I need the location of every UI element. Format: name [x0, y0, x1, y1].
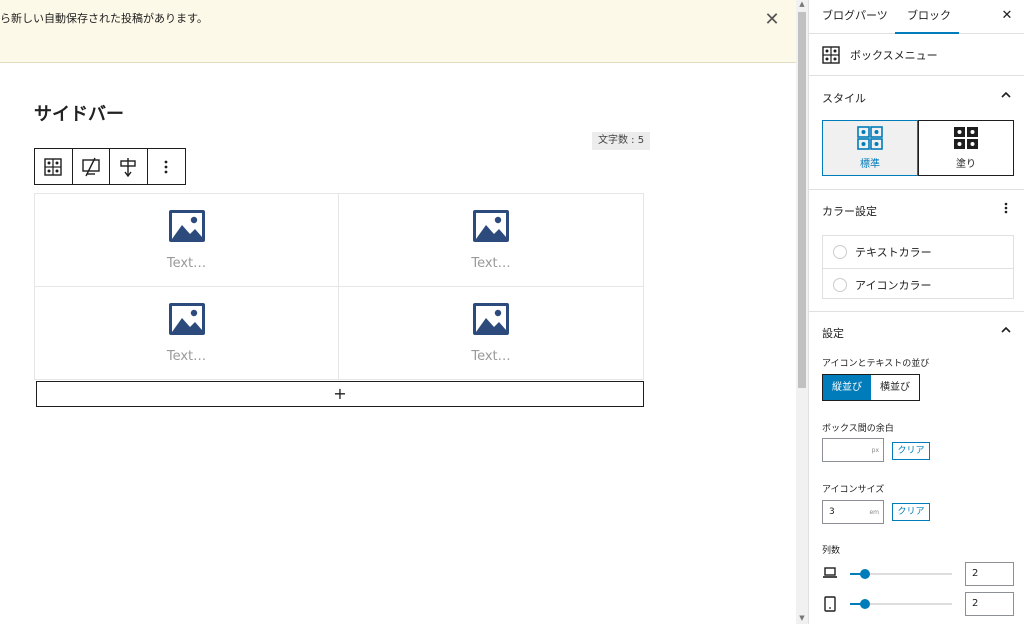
more-vertical-icon[interactable]: [148, 149, 186, 184]
tablet-icon: [824, 596, 836, 612]
panel-title: スタイル: [822, 92, 866, 105]
align-icon[interactable]: [110, 149, 148, 184]
add-item-button[interactable]: +: [36, 381, 644, 407]
settings-panel-header[interactable]: 設定: [809, 311, 1024, 351]
scroll-thumb[interactable]: [798, 12, 806, 388]
color-swatch: [833, 245, 847, 259]
gap-label: ボックス間の余白: [822, 424, 894, 434]
close-icon[interactable]: ✕: [762, 10, 782, 30]
text-color-row[interactable]: テキストカラー: [823, 236, 1013, 268]
color-row-label: アイコンカラー: [855, 278, 932, 292]
layout-horizontal-button[interactable]: 横並び: [871, 375, 919, 400]
box-menu-item[interactable]: Text…: [339, 287, 643, 380]
item-text[interactable]: Text…: [167, 349, 206, 364]
chevron-up-icon[interactable]: [999, 323, 1013, 337]
close-icon[interactable]: ✕: [999, 8, 1015, 24]
block-title: ボックスメニュー: [850, 49, 938, 62]
icon-size-unit: em: [869, 509, 879, 516]
color-swatch: [833, 277, 847, 292]
panel-title: カラー設定: [822, 205, 877, 218]
color-settings-list: テキストカラー アイコンカラー: [822, 235, 1014, 299]
columns-tablet-row: 2: [822, 592, 1014, 616]
image-icon: [168, 302, 205, 335]
icon-size-clear-button[interactable]: クリア: [892, 503, 930, 521]
tab-blog-parts[interactable]: ブログパーツ: [822, 0, 888, 34]
item-text[interactable]: Text…: [167, 256, 206, 271]
box-menu-item[interactable]: Text…: [35, 286, 339, 379]
editor-canvas: ら新しい自動保存された投稿があります。 ✕ サイドバー 文字数 : 5 Text…: [0, 0, 796, 624]
item-text[interactable]: Text…: [471, 349, 510, 364]
layout-vertical-button[interactable]: 縦並び: [823, 375, 871, 400]
block-toolbar: [34, 148, 186, 185]
columns-laptop-input[interactable]: 2: [965, 562, 1014, 586]
box-menu-item[interactable]: Text…: [35, 194, 339, 287]
columns-tablet-input[interactable]: 2: [965, 592, 1014, 616]
transform-icon[interactable]: [73, 149, 110, 184]
sidebar-tabs: ブログパーツ ブロック ✕: [809, 0, 1024, 34]
image-icon: [473, 302, 509, 335]
settings-sidebar: ブログパーツ ブロック ✕ ボックスメニュー スタイル 標準 塗り カラー設定 …: [808, 0, 1024, 624]
box-menu-icon: [822, 46, 840, 68]
box-menu-icon[interactable]: [35, 149, 73, 184]
app-root: ら新しい自動保存された投稿があります。 ✕ サイドバー 文字数 : 5 Text…: [0, 0, 1024, 624]
range-thumb[interactable]: [860, 599, 871, 609]
notice-text: ら新しい自動保存された投稿があります。: [0, 12, 208, 25]
style-option-filled[interactable]: 塗り: [918, 120, 1014, 176]
item-text[interactable]: Text…: [471, 256, 510, 271]
scroll-down-icon[interactable]: ▼: [798, 614, 806, 624]
columns-laptop-row: 2: [822, 562, 1014, 586]
color-row-label: テキストカラー: [855, 246, 932, 259]
columns-label: 列数: [822, 546, 841, 556]
gap-clear-button[interactable]: クリア: [892, 442, 930, 460]
more-vertical-icon[interactable]: [999, 201, 1013, 215]
panel-title: 設定: [822, 327, 844, 340]
autosave-notice: ら新しい自動保存された投稿があります。 ✕: [0, 0, 796, 63]
style-option-label: 標準: [860, 159, 880, 170]
icon-size-label: アイコンサイズ: [822, 485, 885, 495]
icon-size-value: 3: [829, 507, 835, 517]
range-thumb[interactable]: [860, 569, 871, 579]
block-card: ボックスメニュー: [809, 34, 1024, 76]
style-options: 標準 塗り: [822, 120, 1014, 176]
grid-outline-icon: [857, 126, 883, 150]
page-title[interactable]: サイドバー: [34, 100, 124, 126]
laptop-icon: [823, 567, 837, 578]
box-menu-grid: Text… Text… Text… Text…: [34, 193, 644, 380]
grid-filled-icon: [954, 127, 978, 149]
icon-color-row[interactable]: アイコンカラー: [823, 268, 1013, 300]
scroll-up-icon[interactable]: ▲: [798, 0, 806, 10]
image-icon: [473, 210, 509, 242]
gap-input[interactable]: px: [822, 438, 884, 462]
gap-unit: px: [871, 447, 879, 454]
style-option-standard[interactable]: 標準: [822, 120, 918, 176]
layout-label: アイコンとテキストの並び: [822, 359, 930, 369]
icon-size-input[interactable]: 3 em: [822, 500, 884, 524]
color-panel-header: カラー設定: [809, 189, 1024, 229]
style-panel-header[interactable]: スタイル: [809, 76, 1024, 116]
editor-scrollbar[interactable]: ▲ ▼: [796, 0, 808, 624]
chevron-up-icon[interactable]: [999, 88, 1013, 102]
box-menu-item[interactable]: Text…: [339, 194, 643, 287]
layout-toggle: 縦並び 横並び: [822, 374, 920, 401]
style-option-label: 塗り: [956, 159, 976, 170]
tab-block[interactable]: ブロック: [895, 0, 959, 34]
image-icon: [168, 210, 205, 242]
char-count-badge: 文字数 : 5: [592, 132, 651, 150]
